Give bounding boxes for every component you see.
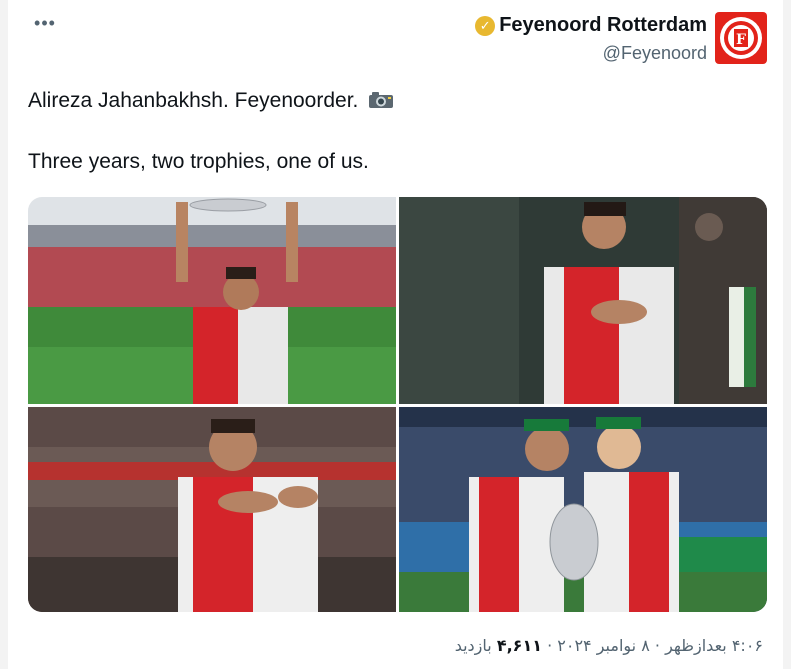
tweet-time[interactable]: ۴:۰۶ بعدازظهر — [665, 636, 763, 655]
media-photo-1[interactable] — [28, 197, 396, 404]
svg-text:F: F — [736, 32, 746, 48]
tweet-line-2: Three years, two trophies, one of us. — [28, 150, 369, 173]
tweet-date[interactable]: ۸ نوامبر ۲۰۲۴ — [557, 636, 650, 655]
avatar[interactable]: F — [715, 12, 767, 64]
tweet-text: Alireza Jahanbakhsh. Feyenoorder. Three … — [28, 86, 728, 177]
trophy-lift-image — [28, 197, 396, 404]
meta-separator: · — [654, 636, 660, 655]
hand-on-crest-image — [399, 197, 767, 404]
more-options-icon[interactable]: ••• — [30, 10, 60, 36]
media-photo-4[interactable] — [399, 407, 767, 612]
players-with-cup-image — [399, 407, 767, 612]
views-count: ۴,۶۱۱ — [496, 636, 542, 655]
media-grid — [28, 197, 767, 612]
author-name[interactable]: Feyenoord Rotterdam — [499, 14, 707, 37]
media-photo-3[interactable] — [28, 407, 396, 612]
tweet-meta: ۴:۰۶ بعدازظهر · ۸ نوامبر ۲۰۲۴ · ۴,۶۱۱ با… — [455, 636, 763, 655]
media-photo-2[interactable] — [399, 197, 767, 404]
meta-separator: · — [547, 636, 553, 655]
feyenoord-logo-icon: F — [720, 17, 762, 59]
views-label: بازدید — [454, 636, 492, 655]
author-handle[interactable]: @Feyenoord — [475, 43, 707, 64]
tweet-line-1: Alireza Jahanbakhsh. Feyenoorder. — [28, 89, 359, 112]
camera-emoji-icon — [369, 92, 394, 108]
verified-badge-icon: ✓ — [475, 15, 496, 36]
author-block[interactable]: ✓ Feyenoord Rotterdam @Feyenoord — [475, 14, 707, 64]
tweet-card: ••• ✓ Feyenoord Rotterdam @Feyenoord F A… — [8, 0, 783, 669]
pointing-crest-image — [28, 407, 396, 612]
